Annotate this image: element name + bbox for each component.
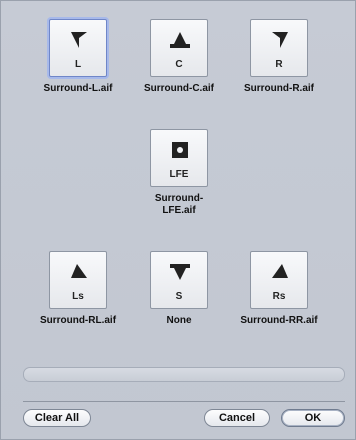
channel-button-rs[interactable]: Rs xyxy=(250,251,308,309)
channel-file-name: Surround-C.aif xyxy=(144,83,214,94)
surround-assignment-dialog: L Surround-L.aif C Surround-C.aif R Surr… xyxy=(0,0,356,440)
ok-button[interactable]: OK xyxy=(281,409,345,427)
speaker-center-icon xyxy=(170,32,190,48)
channel-file-name: Surround-RR.aif xyxy=(240,315,318,326)
channel-file-name: Surround-RL.aif xyxy=(39,315,117,326)
channel-button-c[interactable]: C xyxy=(150,19,208,77)
channel-label: C xyxy=(175,59,183,70)
cancel-button[interactable]: Cancel xyxy=(204,409,270,427)
channel-button-lfe[interactable]: LFE xyxy=(150,129,208,187)
channel-label: LFE xyxy=(169,169,189,180)
channel-file-name: None xyxy=(166,315,192,326)
channel-button-r[interactable]: R xyxy=(250,19,308,77)
divider xyxy=(23,401,345,402)
channel-label: S xyxy=(175,291,183,302)
channel-file-name: Surround-L.aif xyxy=(43,83,113,94)
speaker-left-icon xyxy=(71,32,87,48)
speaker-right-surround-icon xyxy=(272,264,288,278)
channel-label: L xyxy=(74,59,82,70)
speaker-surround-icon xyxy=(170,264,190,280)
channel-file-name: Surround-R.aif xyxy=(244,83,314,94)
channel-label: R xyxy=(275,59,283,70)
subwoofer-icon xyxy=(172,142,188,158)
channel-button-s[interactable]: S xyxy=(150,251,208,309)
progress-bar xyxy=(23,367,345,382)
channel-button-l[interactable]: L xyxy=(49,19,107,77)
channel-label: Rs xyxy=(272,291,286,302)
clear-all-button[interactable]: Clear All xyxy=(23,409,91,427)
channel-file-name: Surround- LFE.aif xyxy=(154,193,204,216)
channel-label: Ls xyxy=(72,291,84,302)
channel-button-ls[interactable]: Ls xyxy=(49,251,107,309)
speaker-left-surround-icon xyxy=(71,264,87,278)
speaker-right-icon xyxy=(272,32,288,48)
